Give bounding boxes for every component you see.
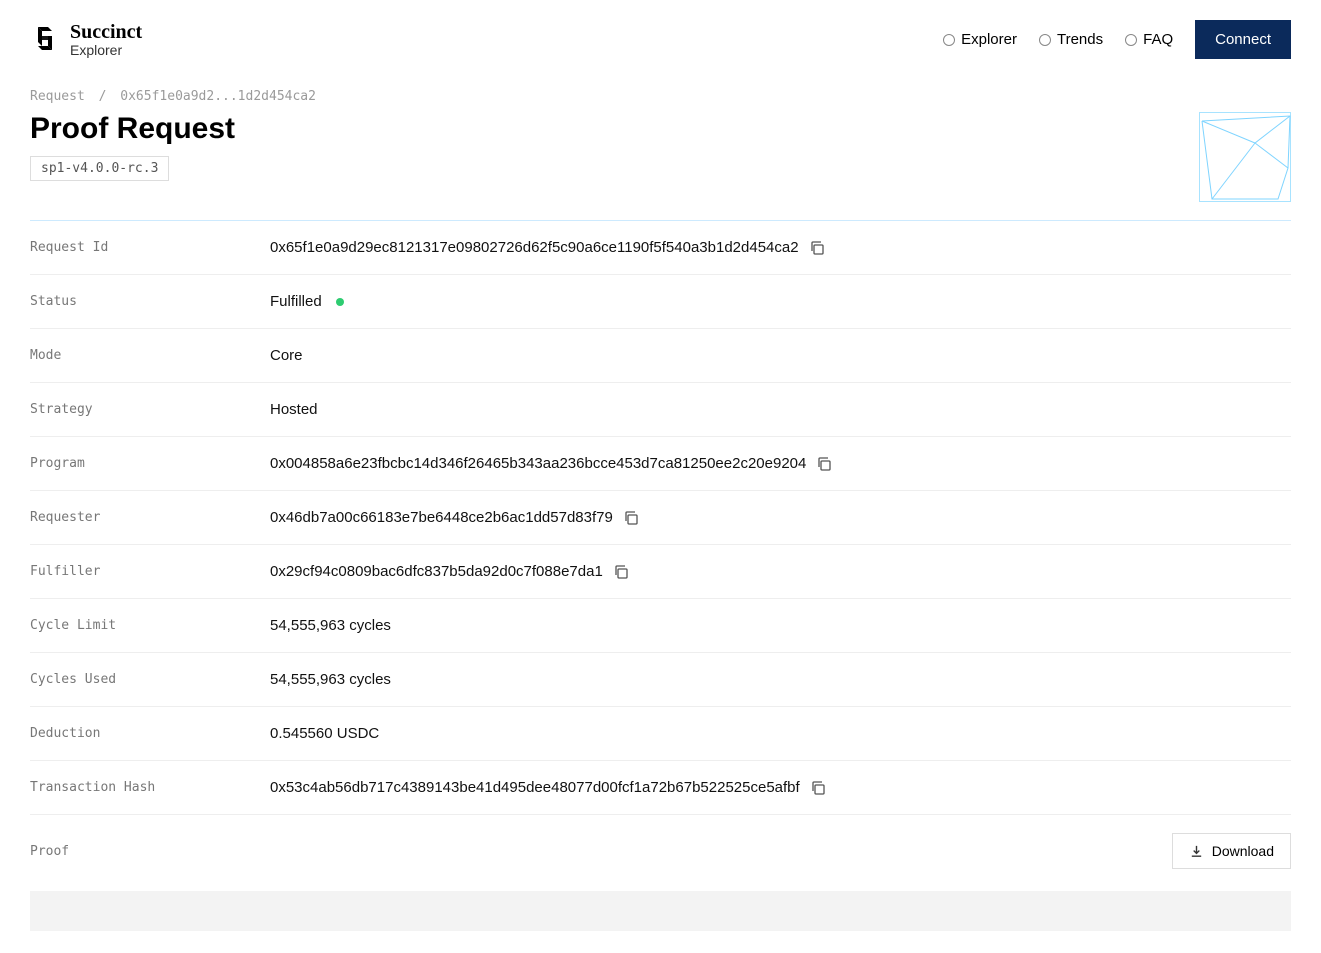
row-cycle-limit: Cycle Limit 54,555,963 cycles [30,599,1291,653]
row-tx-hash: Transaction Hash 0x53c4ab56db717c4389143… [30,761,1291,815]
proof-content-block [30,891,1291,931]
label-tx-hash: Transaction Hash [30,780,270,795]
nav-label: Explorer [961,31,1017,48]
value-status: Fulfilled [270,293,322,310]
brand-name: Succinct [70,21,142,43]
label-status: Status [30,294,270,309]
row-request-id: Request Id 0x65f1e0a9d29ec8121317e098027… [30,221,1291,275]
copy-icon[interactable] [810,780,826,796]
row-deduction: Deduction 0.545560 USDC [30,707,1291,761]
brand-sub: Explorer [70,43,142,58]
logo-icon [30,24,60,54]
label-program: Program [30,456,270,471]
label-cycle-limit: Cycle Limit [30,618,270,633]
nav-label: FAQ [1143,31,1173,48]
value-tx-hash: 0x53c4ab56db717c4389143be41d495dee48077d… [270,779,800,796]
row-proof: Proof Download [30,815,1291,887]
nav-explorer[interactable]: Explorer [943,31,1017,48]
row-fulfiller: Fulfiller 0x29cf94c0809bac6dfc837b5da92d… [30,545,1291,599]
breadcrumb-sep: / [99,89,107,104]
row-status: Status Fulfilled [30,275,1291,329]
breadcrumb: Request / 0x65f1e0a9d2...1d2d454ca2 [30,89,1291,104]
download-icon [1189,844,1204,859]
status-dot-icon [336,298,344,306]
value-fulfiller: 0x29cf94c0809bac6dfc837b5da92d0c7f088e7d… [270,563,603,580]
download-button[interactable]: Download [1172,833,1291,869]
value-cycle-limit: 54,555,963 cycles [270,617,391,634]
value-requester: 0x46db7a00c66183e7be6448ce2b6ac1dd57d83f… [270,509,613,526]
cube-art [1199,112,1291,202]
row-program: Program 0x004858a6e23fbcbc14d346f26465b3… [30,437,1291,491]
label-cycles-used: Cycles Used [30,672,270,687]
nav-faq[interactable]: FAQ [1125,31,1173,48]
value-request-id: 0x65f1e0a9d29ec8121317e09802726d62f5c90a… [270,239,799,256]
label-mode: Mode [30,348,270,363]
copy-icon[interactable] [809,240,825,256]
breadcrumb-id: 0x65f1e0a9d2...1d2d454ca2 [120,89,316,104]
nav: Explorer Trends FAQ Connect [943,20,1291,59]
radio-icon [1125,34,1137,46]
value-mode: Core [270,347,303,364]
row-strategy: Strategy Hosted [30,383,1291,437]
row-mode: Mode Core [30,329,1291,383]
value-deduction: 0.545560 USDC [270,725,379,742]
label-fulfiller: Fulfiller [30,564,270,579]
label-request-id: Request Id [30,240,270,255]
download-label: Download [1212,843,1274,859]
page-title: Proof Request [30,112,235,146]
label-requester: Requester [30,510,270,525]
row-cycles-used: Cycles Used 54,555,963 cycles [30,653,1291,707]
radio-icon [1039,34,1051,46]
breadcrumb-root[interactable]: Request [30,89,85,104]
label-strategy: Strategy [30,402,270,417]
value-cycles-used: 54,555,963 cycles [270,671,391,688]
logo[interactable]: Succinct Explorer [30,21,142,58]
radio-icon [943,34,955,46]
value-program: 0x004858a6e23fbcbc14d346f26465b343aa236b… [270,455,806,472]
connect-button[interactable]: Connect [1195,20,1291,59]
nav-trends[interactable]: Trends [1039,31,1103,48]
row-requester: Requester 0x46db7a00c66183e7be6448ce2b6a… [30,491,1291,545]
copy-icon[interactable] [613,564,629,580]
nav-label: Trends [1057,31,1103,48]
label-deduction: Deduction [30,726,270,741]
copy-icon[interactable] [816,456,832,472]
copy-icon[interactable] [623,510,639,526]
value-strategy: Hosted [270,401,318,418]
header: Succinct Explorer Explorer Trends FAQ Co… [30,20,1291,59]
label-proof: Proof [30,844,270,859]
version-tag: sp1-v4.0.0-rc.3 [30,156,169,181]
